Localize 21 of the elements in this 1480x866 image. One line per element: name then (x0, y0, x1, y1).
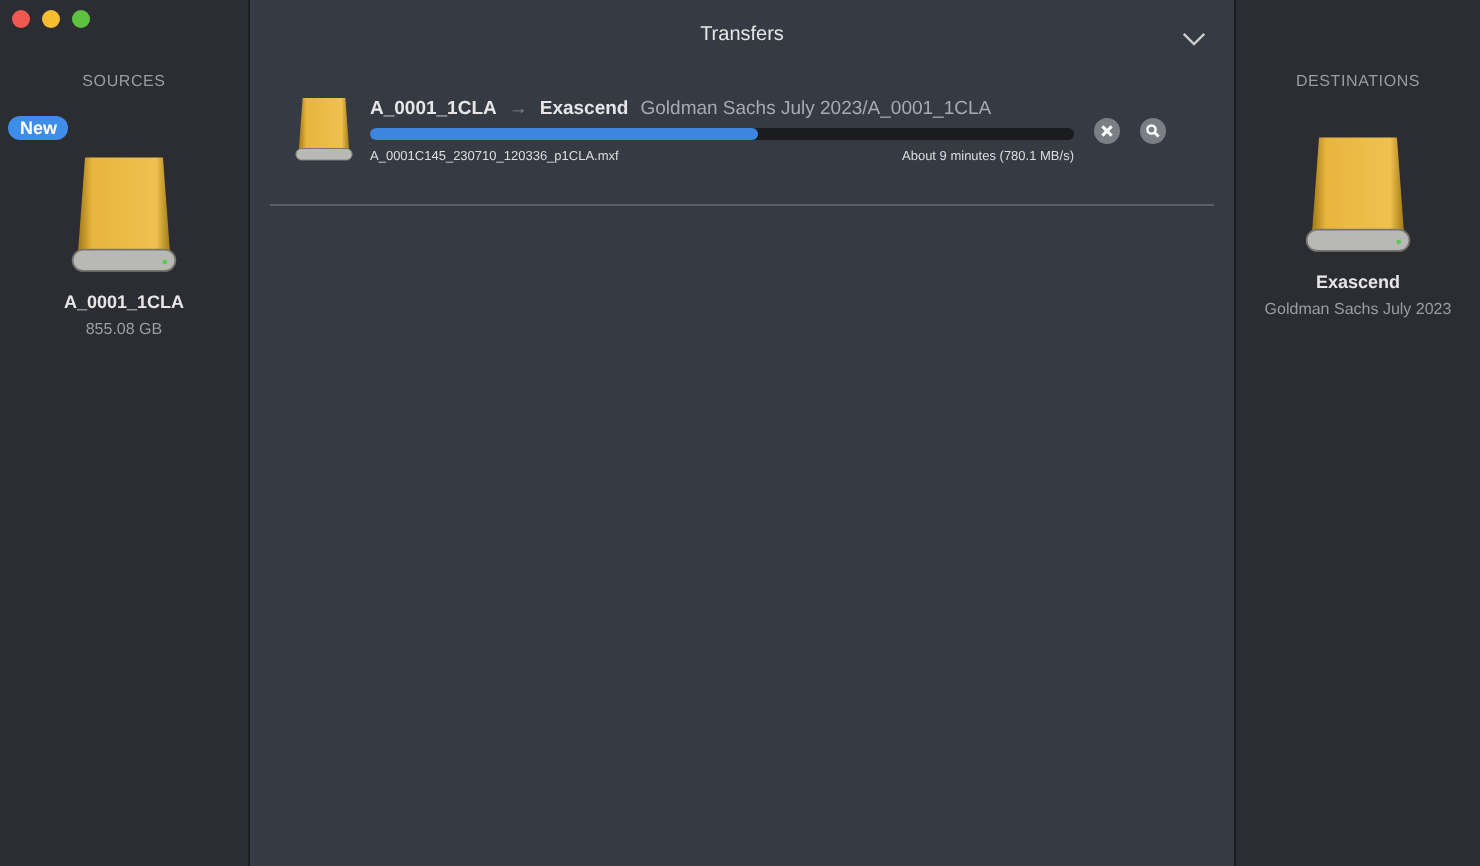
zoom-button[interactable] (72, 10, 90, 28)
close-button[interactable] (12, 10, 30, 28)
drive-icon (69, 154, 178, 278)
volume-name: Exascend (1315, 272, 1400, 292)
minimize-button[interactable] (42, 10, 60, 28)
arrow-glyph: → (508, 97, 528, 119)
new-badge: New (7, 116, 69, 140)
volume-name: A_0001_1CLA (63, 292, 185, 312)
drive-icon (1303, 134, 1412, 258)
chevron-down-icon[interactable] (1182, 32, 1206, 46)
destination-path: Goldman Sachs July 2023/A_0001_1CLA (640, 97, 992, 119)
sources-heading: SOURCES (82, 72, 166, 90)
source-name: A_0001_1CLA (370, 97, 497, 119)
destinations-heading: DESTINATIONS (1295, 72, 1421, 90)
close-icon[interactable] (1094, 117, 1120, 143)
drive-icon (294, 96, 354, 164)
volume-size: 855.08 GB (85, 320, 163, 338)
window-title: Transfers (700, 24, 784, 50)
destination-name: Exascend (539, 97, 629, 119)
volume-location: Goldman Sachs July 2023 (1264, 300, 1452, 318)
search-icon[interactable] (1140, 117, 1166, 143)
